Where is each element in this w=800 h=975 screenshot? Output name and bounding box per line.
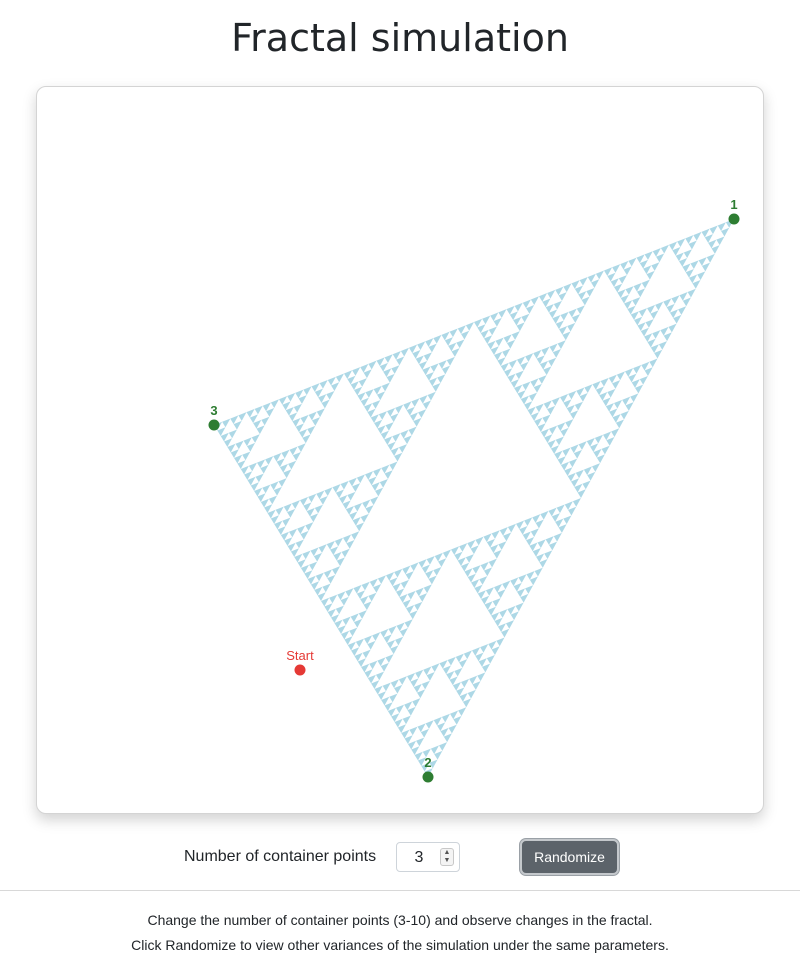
page-title: Fractal simulation	[231, 16, 569, 60]
divider	[0, 890, 800, 891]
sierpinski-fractal	[214, 219, 734, 777]
instruction-line-2: Click Randomize to view other variances …	[131, 937, 669, 953]
controls-bar: Number of container points 3 ▲ ▼ Randomi…	[0, 838, 800, 878]
randomize-button[interactable]: Randomize	[520, 839, 619, 875]
container-point-label: 1	[730, 197, 737, 212]
stepper-down-icon[interactable]: ▼	[441, 857, 453, 865]
container-point-label: 2	[424, 755, 431, 770]
container-point-1[interactable]: 1	[728, 197, 740, 225]
instruction-line-1: Change the number of container points (3…	[147, 912, 653, 928]
instructions: Change the number of container points (3…	[0, 912, 800, 962]
start-label: Start	[286, 648, 314, 663]
container-point-3[interactable]: 3	[208, 403, 220, 431]
number-stepper[interactable]: ▲ ▼	[440, 848, 454, 866]
fractal-canvas[interactable]: 1 2 3 Start	[36, 86, 764, 814]
stepper-up-icon[interactable]: ▲	[441, 849, 453, 857]
container-point-label: 3	[210, 403, 217, 418]
fractal-drawing: 1 2 3 Start	[208, 197, 740, 783]
points-label: Number of container points	[184, 848, 377, 865]
points-value[interactable]: 3	[397, 849, 441, 867]
start-point[interactable]: Start	[286, 648, 314, 676]
points-number-input[interactable]: 3 ▲ ▼	[396, 842, 460, 872]
